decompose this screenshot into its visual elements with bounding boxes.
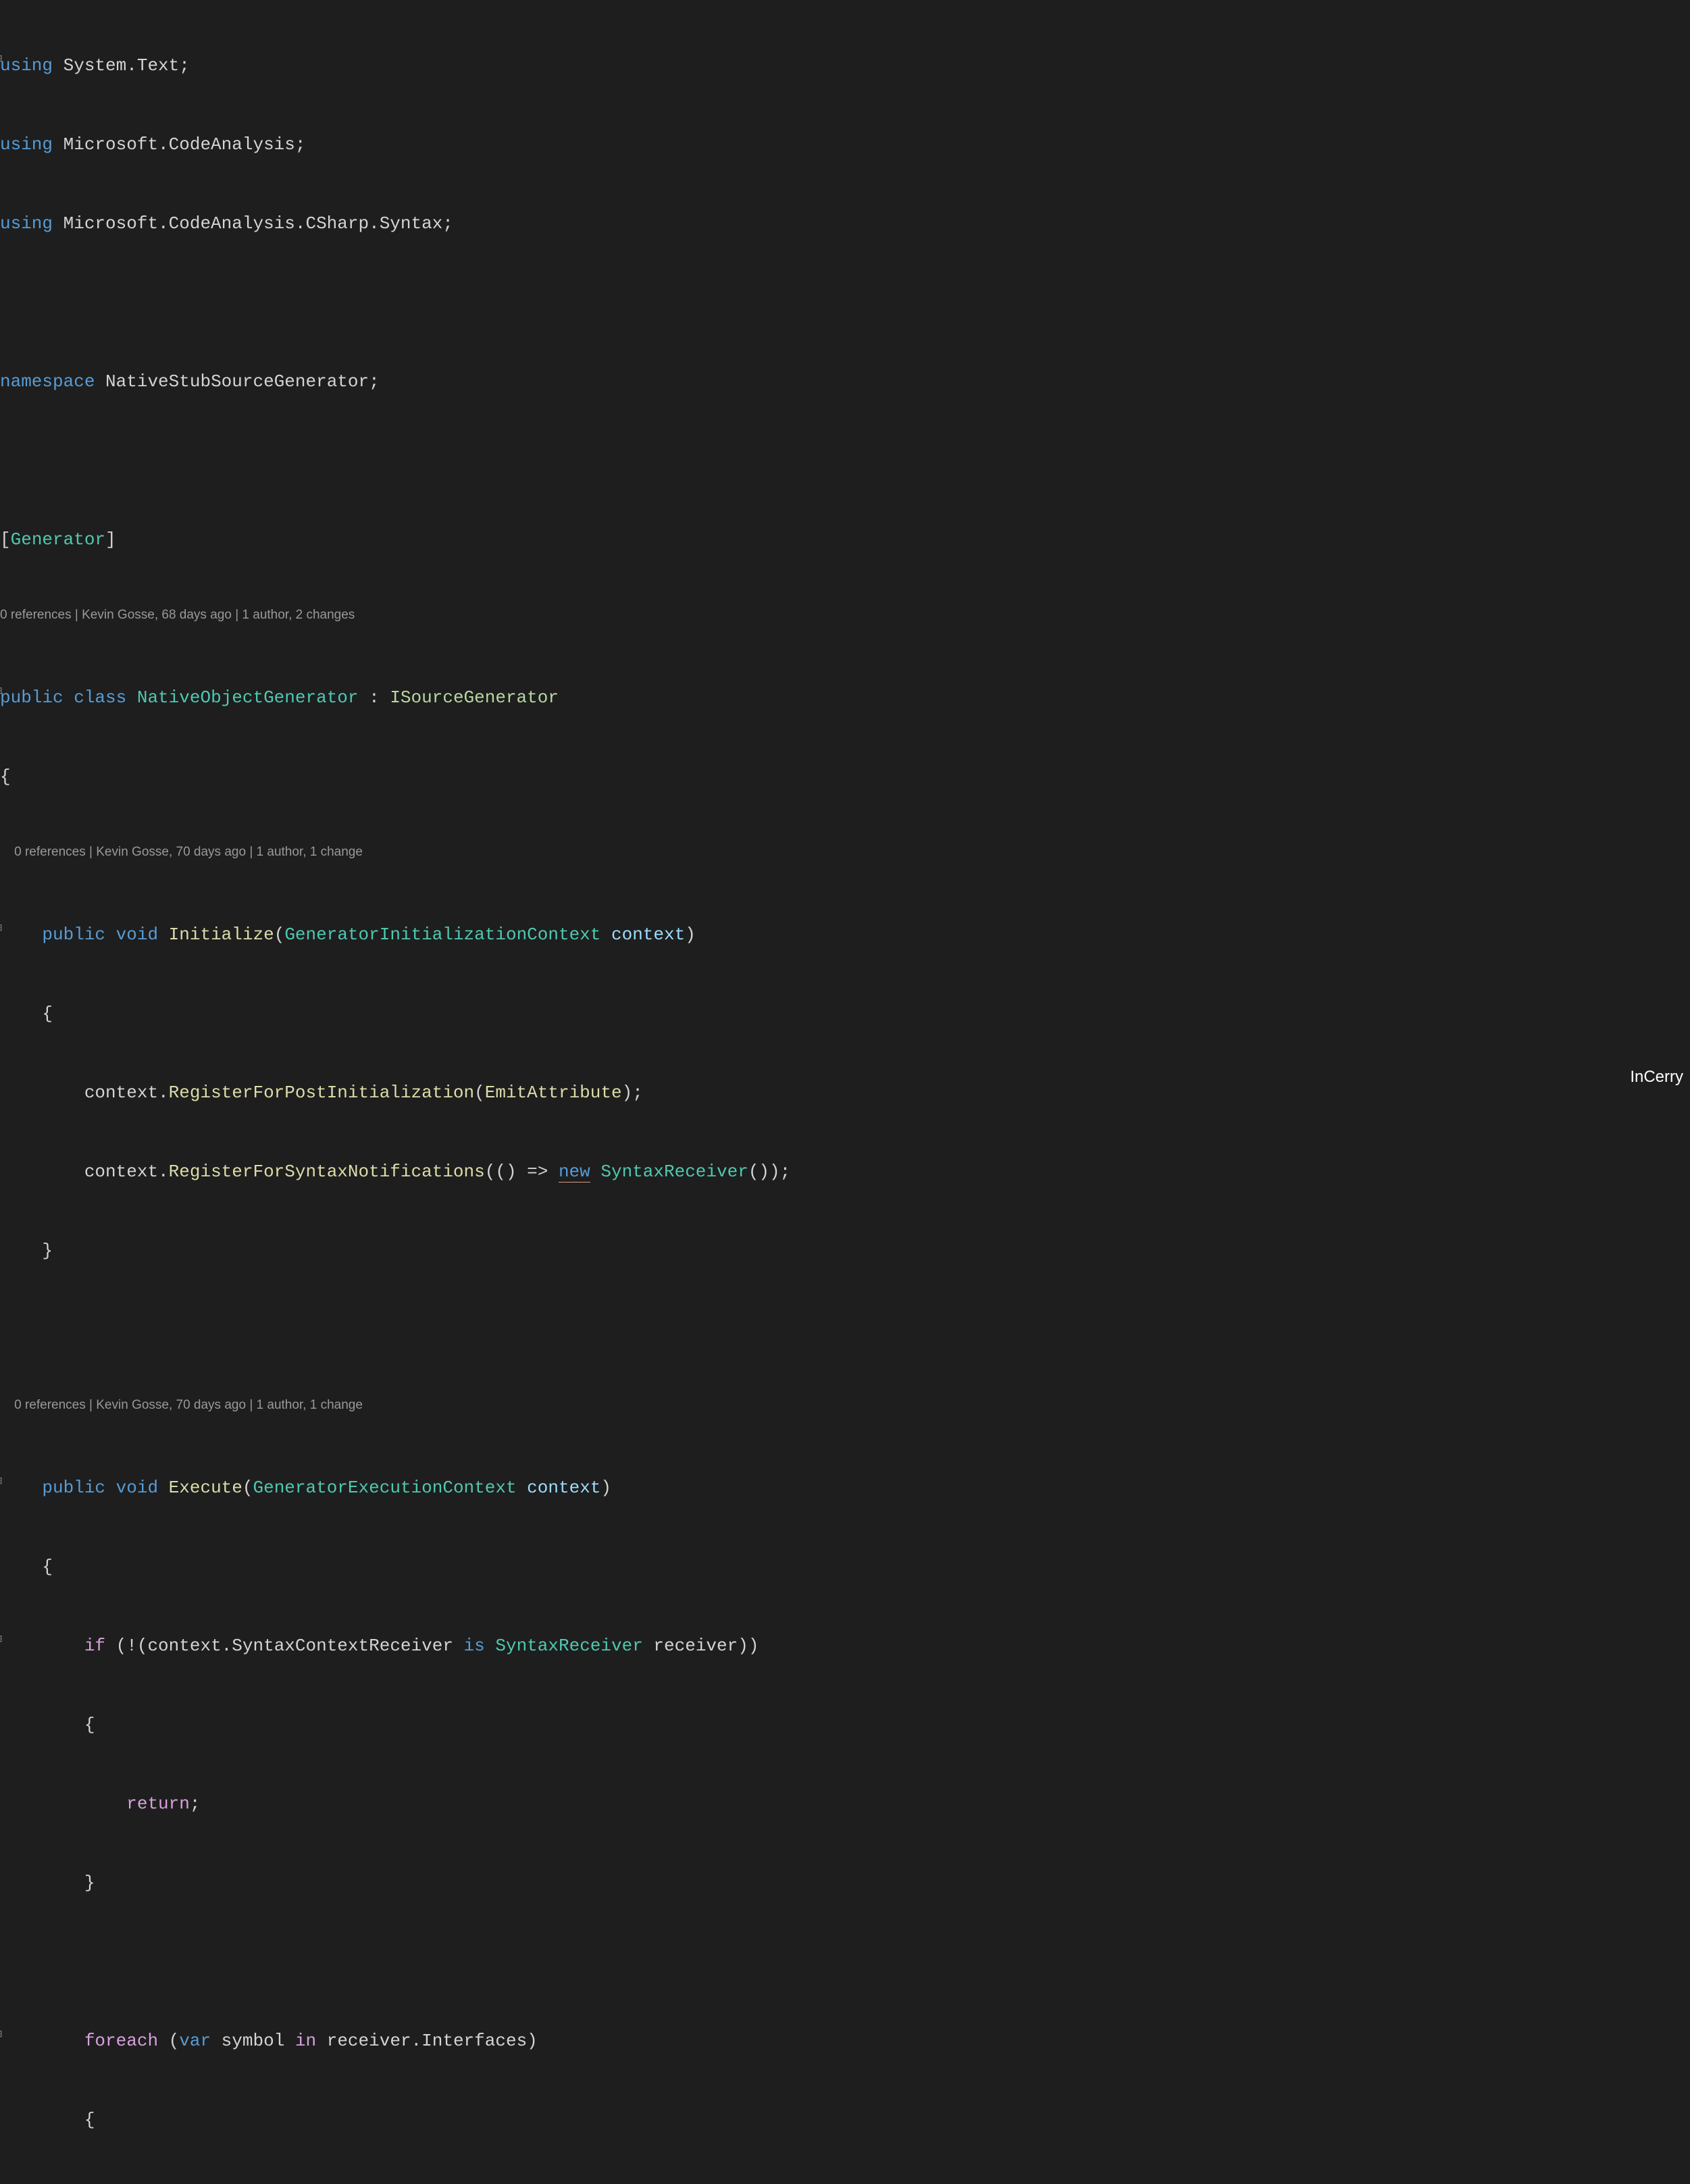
type-name: SyntaxReceiver [495, 1636, 642, 1656]
brace: { [42, 1004, 53, 1024]
paren: ) [600, 1478, 611, 1498]
param-name: context [517, 1478, 601, 1498]
keyword-namespace: namespace [0, 371, 95, 392]
param-type: GeneratorInitializationContext [284, 925, 600, 945]
codelens-info[interactable]: 0 references | Kevin Gosse, 70 days ago … [0, 1396, 1690, 1422]
keyword-public: public [0, 687, 63, 708]
paren: ( [242, 1478, 253, 1498]
fold-icon[interactable]: ⊟ [0, 53, 3, 67]
codelens-info[interactable]: 0 references | Kevin Gosse, 70 days ago … [0, 843, 1690, 869]
brace: { [42, 1557, 53, 1577]
keyword-public: public [42, 925, 105, 945]
paren: ( [158, 2031, 179, 2051]
keyword-foreach: foreach [84, 2031, 158, 2051]
colon: : [359, 687, 390, 708]
fold-icon[interactable]: ⊟ [0, 1633, 3, 1647]
brace: } [42, 1241, 53, 1261]
paren: ); [622, 1083, 643, 1103]
keyword-void: void [105, 1478, 158, 1498]
keyword-is: is [464, 1636, 485, 1656]
namespace-text: Microsoft.CodeAnalysis; [53, 134, 305, 155]
paren: ()); [748, 1162, 790, 1182]
identifier: receiver.Interfaces) [316, 2031, 538, 2051]
fold-icon[interactable]: ⊟ [0, 685, 3, 699]
code-content[interactable]: ⊟using System.Text; using Microsoft.Code… [0, 0, 1690, 2184]
identifier: symbol [211, 2031, 295, 2051]
fold-icon[interactable]: ⊟ [0, 922, 3, 936]
class-name: NativeObjectGenerator [126, 687, 358, 708]
brace: { [84, 1715, 95, 1735]
fold-icon[interactable]: ⊟ [0, 1475, 3, 1489]
method-name: Initialize [158, 925, 274, 945]
keyword-using: using [0, 213, 53, 234]
paren: ( [274, 925, 285, 945]
namespace-text: Microsoft.CodeAnalysis.CSharp.Syntax; [53, 213, 453, 234]
brace: { [0, 766, 11, 787]
brace: { [84, 2110, 95, 2130]
identifier: receiver)) [643, 1636, 759, 1656]
codelens-info[interactable]: 0 references | Kevin Gosse, 68 days ago … [0, 606, 1690, 632]
identifier: context. [84, 1083, 169, 1103]
keyword-using: using [0, 55, 53, 76]
keyword-var: var [179, 2031, 211, 2051]
paren: ( [474, 1083, 485, 1103]
keyword-if: if [84, 1636, 105, 1656]
attribute-name: Generator [11, 529, 105, 550]
param-name: context [600, 925, 685, 945]
fold-icon[interactable]: ⊟ [0, 2028, 3, 2042]
identifier: context. [84, 1162, 169, 1182]
condition: (!(context.SyntaxContextReceiver [105, 1636, 464, 1656]
space [485, 1636, 496, 1656]
method-name: Execute [158, 1478, 242, 1498]
method-call: RegisterForSyntaxNotifications [169, 1162, 485, 1182]
method-ref: EmitAttribute [485, 1083, 622, 1103]
keyword-void: void [105, 925, 158, 945]
namespace-text: System.Text; [53, 55, 190, 76]
bracket: ] [105, 529, 116, 550]
keyword-using: using [0, 134, 53, 155]
paren: ) [685, 925, 696, 945]
type-name: SyntaxReceiver [590, 1162, 748, 1182]
semicolon: ; [190, 1794, 201, 1814]
namespace-name: NativeStubSourceGenerator; [95, 371, 379, 392]
keyword-new: new [559, 1162, 590, 1182]
keyword-public: public [42, 1478, 105, 1498]
interface-name: ISourceGenerator [390, 687, 559, 708]
method-call: RegisterForPostInitialization [169, 1083, 474, 1103]
brace: } [84, 1873, 95, 1893]
keyword-in: in [295, 2031, 316, 2051]
bracket: [ [0, 529, 11, 550]
paren: (() => [485, 1162, 559, 1182]
keyword-return: return [126, 1794, 190, 1814]
code-editor[interactable]: ⊟using System.Text; using Microsoft.Code… [0, 0, 1690, 2184]
param-type: GeneratorExecutionContext [253, 1478, 517, 1498]
watermark-text: InCerry [1630, 1065, 1683, 1089]
keyword-class: class [63, 687, 127, 708]
